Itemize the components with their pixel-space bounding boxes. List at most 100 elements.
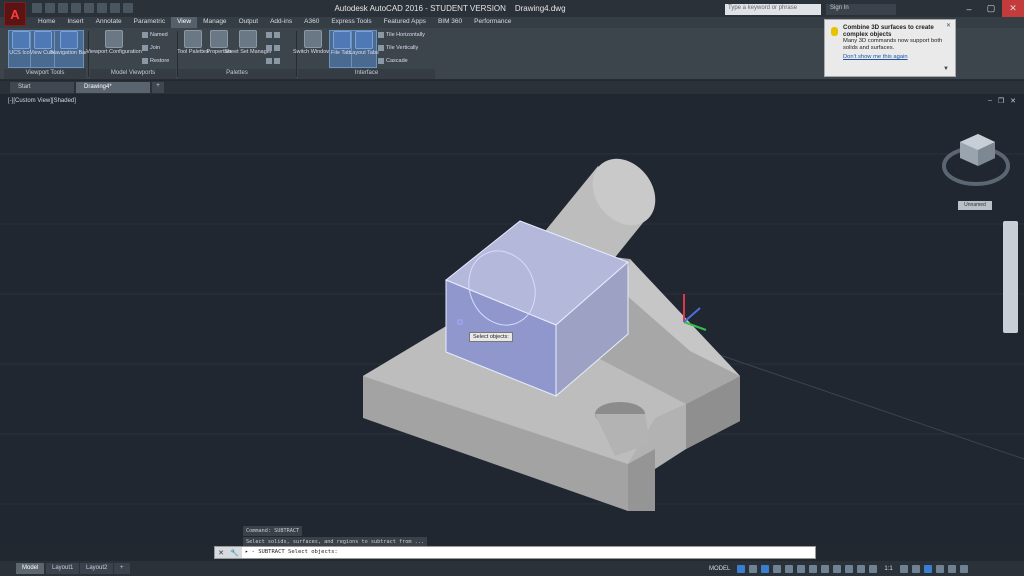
viewcube-ucs-menu[interactable]: Unnamed xyxy=(958,201,992,210)
panel-label-model-viewports: Model Viewports xyxy=(90,69,176,79)
ribbon-tab-manage[interactable]: Manage xyxy=(197,17,233,28)
tile-vertically-icon xyxy=(378,45,384,51)
switch-windows-button[interactable]: Switch Windows xyxy=(293,30,333,55)
panel-label-viewport-tools[interactable]: Viewport Tools xyxy=(4,69,86,79)
layout-tabs-button[interactable]: Layout Tabs xyxy=(349,30,379,68)
ribbon-tab-annotate[interactable]: Annotate xyxy=(90,17,128,28)
palette-toggle-2[interactable] xyxy=(266,45,280,51)
ortho-icon[interactable] xyxy=(761,564,770,573)
transparency-icon[interactable] xyxy=(821,564,830,573)
ribbon-tab-add-ins[interactable]: Add-ins xyxy=(264,17,298,28)
customize-icon[interactable] xyxy=(959,564,968,573)
isolate-objects-icon[interactable] xyxy=(923,564,932,573)
named-label: Named xyxy=(150,32,168,38)
grid-icon[interactable] xyxy=(737,564,746,573)
command-input[interactable]: ▸ - SUBTRACT Select objects: xyxy=(245,549,338,555)
layout2-tab[interactable]: Layout2 xyxy=(80,563,114,574)
restore-icon xyxy=(142,58,148,64)
gear-icon[interactable] xyxy=(899,564,908,573)
maximize-icon[interactable]: ▢ xyxy=(980,0,1002,17)
status-toggles: MODEL 1:1 xyxy=(706,562,968,575)
palette-icon xyxy=(274,58,280,64)
palette-toggle-1[interactable] xyxy=(266,32,280,38)
ribbon-tab-a360[interactable]: A360 xyxy=(298,17,325,28)
drawing-viewport[interactable]: [-][Custom View][Shaded] – ❐ ✕ Unnamed S… xyxy=(0,94,1024,545)
palette-icon xyxy=(274,45,280,51)
annotation-visibility-icon[interactable] xyxy=(857,564,866,573)
sign-in-button[interactable]: Sign In xyxy=(826,4,896,15)
navigation-bar[interactable] xyxy=(1003,221,1018,333)
new-tab-icon[interactable]: + xyxy=(152,82,164,93)
start-tab[interactable]: Start xyxy=(10,82,74,93)
customize-icon[interactable]: 🔧 xyxy=(230,549,239,557)
sheet-set-manager-button[interactable]: Sheet Set Manager xyxy=(224,30,272,55)
new-layout-icon[interactable]: + xyxy=(114,563,130,574)
view-cube-button[interactable]: View Cube xyxy=(30,30,56,68)
save-icon[interactable] xyxy=(58,3,68,13)
model-scene[interactable] xyxy=(0,94,1024,545)
model-tab[interactable]: Model xyxy=(16,563,45,574)
panel-label-palettes[interactable]: Palettes xyxy=(178,69,296,79)
command-line-buttons: ✕ 🔧 xyxy=(215,547,242,558)
close-icon[interactable]: ✕ xyxy=(218,549,224,557)
ribbon-tab-insert[interactable]: Insert xyxy=(61,17,89,28)
ribbon-tab-performance[interactable]: Performance xyxy=(468,17,517,28)
chevron-down-icon[interactable]: ▼ xyxy=(943,66,949,73)
navigation-bar-button[interactable]: Navigation Bar xyxy=(51,30,87,68)
cascade-button[interactable]: Cascade xyxy=(378,58,408,64)
ribbon-tab-home[interactable]: Home xyxy=(32,17,61,28)
ribbon-tab-parametric[interactable]: Parametric xyxy=(128,17,171,28)
ribbon-tab-view[interactable]: View xyxy=(171,17,198,28)
named-button[interactable]: Named xyxy=(142,32,168,38)
tile-vertically-button[interactable]: Tile Vertically xyxy=(378,45,418,51)
close-icon[interactable]: ✕ xyxy=(946,23,951,30)
switch-windows-label: Switch Windows xyxy=(292,49,334,55)
panel-label-interface[interactable]: Interface xyxy=(298,69,435,79)
save-as-icon[interactable] xyxy=(71,3,81,13)
restore-button[interactable]: Restore xyxy=(142,58,169,64)
close-icon[interactable]: ✕ xyxy=(1002,0,1024,17)
workspace-icon[interactable] xyxy=(123,3,133,13)
palette-toggle-3[interactable] xyxy=(266,58,280,64)
viewport-configuration-button[interactable]: Viewport Configuration xyxy=(86,30,142,55)
palette-icon xyxy=(266,32,272,38)
ribbon-tab-bim-360[interactable]: BIM 360 xyxy=(432,17,468,28)
ribbon-tab-express-tools[interactable]: Express Tools xyxy=(325,17,377,28)
selection-cycling-icon[interactable] xyxy=(833,564,842,573)
lineweight-icon[interactable] xyxy=(809,564,818,573)
plot-icon[interactable] xyxy=(84,3,94,13)
drawing-tab[interactable]: Drawing4* xyxy=(76,82,150,93)
annotation-scale[interactable]: 1:1 xyxy=(881,566,895,572)
join-button[interactable]: Join xyxy=(142,45,160,51)
plus-icon[interactable] xyxy=(911,564,920,573)
minimize-icon[interactable]: – xyxy=(958,0,980,17)
polar-icon[interactable] xyxy=(773,564,782,573)
window-title: Autodesk AutoCAD 2016 - STUDENT VERSION … xyxy=(270,4,630,13)
new-icon[interactable] xyxy=(32,3,42,13)
viewport-configuration-icon xyxy=(105,30,123,48)
tile-horizontally-button[interactable]: Tile Horizontally xyxy=(378,32,425,38)
hardware-acceleration-icon[interactable] xyxy=(935,564,944,573)
osnap-icon[interactable] xyxy=(785,564,794,573)
dont-show-again-link[interactable]: Don't show me this again xyxy=(843,54,949,61)
otrack-icon[interactable] xyxy=(797,564,806,573)
ribbon-tab-output[interactable]: Output xyxy=(233,17,265,28)
open-icon[interactable] xyxy=(45,3,55,13)
ribbon-tab-featured-apps[interactable]: Featured Apps xyxy=(378,17,432,28)
clean-screen-icon[interactable] xyxy=(947,564,956,573)
snap-icon[interactable] xyxy=(749,564,758,573)
tool-palettes-button[interactable]: Tool Palettes xyxy=(177,30,209,55)
command-line[interactable]: ✕ 🔧 ▸ - SUBTRACT Select objects: xyxy=(214,546,816,559)
view-cube-icon xyxy=(34,31,52,49)
search-input[interactable]: Type a keyword or phrase xyxy=(725,4,821,15)
gizmo-icon[interactable] xyxy=(845,564,854,573)
lightbulb-icon xyxy=(831,27,838,36)
redo-icon[interactable] xyxy=(110,3,120,13)
layout1-tab[interactable]: Layout1 xyxy=(46,563,80,574)
model-space-toggle[interactable]: MODEL xyxy=(706,566,733,572)
auto-scale-icon[interactable] xyxy=(869,564,878,573)
view-cube-widget[interactable] xyxy=(942,134,1010,186)
autocad-logo-icon[interactable]: A xyxy=(4,2,26,26)
undo-icon[interactable] xyxy=(97,3,107,13)
command-history-line: Command: SUBTRACT xyxy=(243,526,303,536)
